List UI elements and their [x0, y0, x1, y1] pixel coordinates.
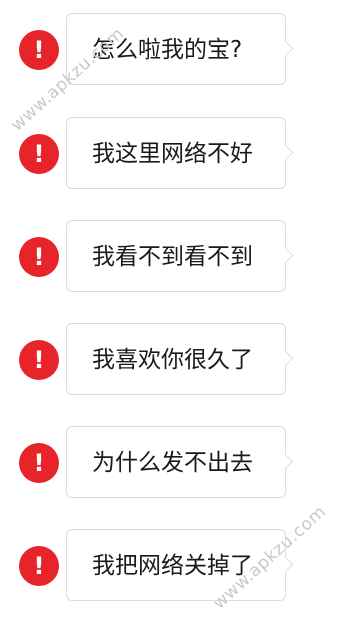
- message-row: ! 我把网络关掉了: [0, 529, 360, 603]
- message-row: ! 我看不到看不到: [0, 220, 360, 294]
- message-bubble[interactable]: 为什么发不出去: [66, 426, 286, 498]
- message-bubble[interactable]: 我把网络关掉了: [66, 529, 286, 601]
- message-bubble[interactable]: 我这里网络不好: [66, 117, 286, 189]
- message-row: ! 为什么发不出去: [0, 426, 360, 500]
- message-text: 我喜欢你很久了: [92, 347, 253, 373]
- message-text: 我把网络关掉了: [92, 553, 253, 579]
- message-bubble[interactable]: 我看不到看不到: [66, 220, 286, 292]
- message-row: ! 我这里网络不好: [0, 117, 360, 191]
- message-text: 我看不到看不到: [92, 244, 253, 270]
- message-bubble[interactable]: 我喜欢你很久了: [66, 323, 286, 395]
- message-row: ! 我喜欢你很久了: [0, 323, 360, 397]
- exclamation-icon[interactable]: !: [19, 546, 59, 586]
- exclamation-icon[interactable]: !: [19, 443, 59, 483]
- message-bubble[interactable]: 怎么啦我的宝?: [66, 13, 286, 85]
- exclamation-icon[interactable]: !: [19, 340, 59, 380]
- message-text: 我这里网络不好: [92, 141, 253, 167]
- exclamation-icon[interactable]: !: [19, 30, 59, 70]
- message-text: 为什么发不出去: [92, 450, 253, 476]
- message-row: ! 怎么啦我的宝?: [0, 13, 360, 87]
- exclamation-icon[interactable]: !: [19, 134, 59, 174]
- message-text: 怎么啦我的宝?: [92, 37, 243, 63]
- exclamation-icon[interactable]: !: [19, 237, 59, 277]
